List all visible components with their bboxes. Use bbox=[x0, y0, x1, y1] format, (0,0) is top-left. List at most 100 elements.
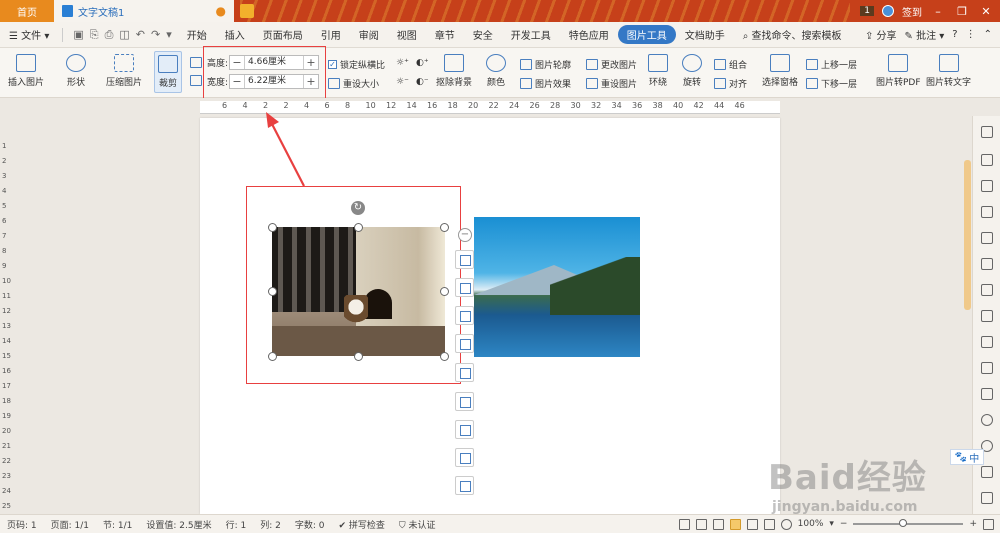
shapes-icon[interactable] bbox=[981, 180, 993, 192]
remove-background-button[interactable]: 抠除背景 bbox=[436, 54, 472, 88]
fit-page-icon[interactable] bbox=[983, 518, 994, 530]
layout-options-icon[interactable] bbox=[455, 250, 474, 269]
zoom-dropdown-icon[interactable]: ▾ bbox=[829, 519, 834, 529]
file-menu[interactable]: ☰ 文件 ▾ bbox=[0, 27, 58, 42]
collapse-toolbar-button[interactable]: − bbox=[458, 228, 472, 242]
settings-sidebar-icon[interactable] bbox=[981, 284, 993, 296]
lake-picture[interactable] bbox=[474, 217, 640, 357]
insert-picture-button[interactable]: 插入图片 bbox=[8, 54, 44, 88]
group-button[interactable]: 组合 bbox=[714, 58, 747, 71]
document-tab[interactable]: 文字文稿1 ● bbox=[54, 0, 234, 22]
auth-button[interactable]: ⛉ 未认证 bbox=[392, 518, 443, 531]
tab-security[interactable]: 安全 bbox=[464, 27, 502, 42]
maximize-button[interactable]: ❐ bbox=[954, 5, 970, 18]
print-icon[interactable]: ⎙ bbox=[105, 28, 114, 42]
tab-doc-assistant[interactable]: 文档助手 bbox=[676, 27, 734, 42]
brightness-up-icon[interactable]: ☼⁺ bbox=[396, 58, 409, 68]
minimize-button[interactable]: – bbox=[930, 5, 946, 18]
lock-ratio-checkbox[interactable]: ✓ 锁定纵横比 bbox=[328, 58, 385, 71]
tab-references[interactable]: 引用 bbox=[312, 27, 350, 42]
tab-review[interactable]: 审阅 bbox=[350, 27, 388, 42]
zoom-slider[interactable] bbox=[853, 519, 964, 527]
zoom-in-button[interactable]: + bbox=[969, 519, 977, 529]
crop-extra-icon[interactable] bbox=[190, 57, 202, 68]
sign-in-label[interactable]: 签到 bbox=[902, 4, 922, 19]
reset-size-button[interactable]: 重设大小 bbox=[328, 77, 379, 90]
close-button[interactable]: ✕ bbox=[978, 5, 994, 18]
more-options-icon[interactable]: ⋮ bbox=[966, 29, 976, 40]
picture-sidebar-icon[interactable] bbox=[981, 258, 993, 270]
align-button[interactable]: 对齐 bbox=[714, 77, 747, 90]
picture-to-text-icon[interactable] bbox=[455, 392, 474, 411]
style-icon[interactable] bbox=[981, 126, 993, 138]
archive-icon[interactable] bbox=[981, 388, 993, 400]
tab-section[interactable]: 章节 bbox=[426, 27, 464, 42]
select-icon[interactable] bbox=[981, 154, 993, 166]
zoom-level[interactable]: 100% bbox=[798, 519, 824, 529]
brightness-down-icon[interactable]: ☼⁻ bbox=[396, 77, 409, 87]
crop-button[interactable]: 裁剪 bbox=[154, 51, 182, 93]
comment-button[interactable]: ✎ 批注 ▾ bbox=[905, 27, 945, 42]
input-method-badge[interactable]: 🐾 中 bbox=[950, 449, 984, 465]
collapse-ribbon-icon[interactable]: ⌃ bbox=[984, 29, 992, 40]
word-count[interactable]: 字数: 0 bbox=[288, 518, 332, 531]
zoom-picture-icon[interactable] bbox=[455, 278, 474, 297]
to-pdf-button[interactable]: 图片转PDF bbox=[876, 54, 921, 88]
reset-picture-button[interactable]: 重设图片 bbox=[586, 77, 637, 90]
send-backward-button[interactable]: 下移一层 bbox=[806, 77, 857, 90]
spellcheck-button[interactable]: ✔ 拼写检查 bbox=[332, 518, 392, 531]
color-button[interactable]: 颜色 bbox=[486, 54, 506, 88]
preview-icon[interactable]: ◫ bbox=[119, 28, 129, 42]
zoom-out-button[interactable]: − bbox=[840, 519, 848, 529]
share-sidebar-icon[interactable] bbox=[981, 336, 993, 348]
page-view-icon[interactable] bbox=[729, 518, 741, 530]
print-sidebar-icon[interactable] bbox=[981, 362, 993, 374]
tab-insert[interactable]: 插入 bbox=[216, 27, 254, 42]
scrollbar-thumb[interactable] bbox=[964, 160, 971, 310]
tab-start[interactable]: 开始 bbox=[178, 27, 216, 42]
share-button[interactable]: ⇪ 分享 bbox=[865, 27, 897, 42]
change-picture-button[interactable]: 更改图片 bbox=[586, 58, 637, 71]
wrap-button[interactable]: 环绕 bbox=[648, 54, 668, 88]
picture-effects-button[interactable]: 图片效果 bbox=[520, 77, 571, 90]
command-search[interactable]: ⌕ 查找命令、搜索模板 bbox=[734, 27, 851, 42]
save-icon[interactable]: ▣ bbox=[73, 28, 83, 42]
more-icon[interactable]: ▾ bbox=[166, 28, 172, 42]
picture-outline-button[interactable]: 图片轮廓 bbox=[520, 58, 571, 71]
select-pane-button[interactable]: 选择窗格 bbox=[762, 54, 798, 88]
history-icon[interactable] bbox=[981, 414, 993, 426]
extract-icon[interactable] bbox=[455, 363, 474, 382]
clock-icon[interactable] bbox=[981, 466, 993, 478]
page-number[interactable]: 页码: 1 bbox=[0, 518, 44, 531]
bring-forward-button[interactable]: 上移一层 bbox=[806, 58, 857, 71]
tab-developer[interactable]: 开发工具 bbox=[502, 27, 560, 42]
save-picture-icon[interactable] bbox=[455, 476, 474, 495]
web-view-icon[interactable] bbox=[746, 518, 758, 530]
tab-view[interactable]: 视图 bbox=[388, 27, 426, 42]
tab-layout[interactable]: 页面布局 bbox=[254, 27, 312, 42]
rotate-button[interactable]: 旋转 bbox=[682, 54, 702, 88]
copy-picture-icon[interactable] bbox=[455, 448, 474, 467]
backup-icon[interactable] bbox=[981, 310, 993, 322]
export-icon[interactable]: ⎘ bbox=[90, 28, 99, 42]
notification-badge[interactable]: 1 bbox=[860, 6, 874, 16]
translate-picture-icon[interactable] bbox=[455, 420, 474, 439]
eye-protection-icon[interactable] bbox=[780, 518, 792, 530]
table-icon[interactable] bbox=[981, 232, 993, 244]
home-tab[interactable]: 首页 bbox=[0, 0, 54, 22]
format-icon[interactable] bbox=[981, 206, 993, 218]
avatar[interactable] bbox=[882, 5, 894, 17]
write-mode-icon[interactable] bbox=[763, 518, 775, 530]
crop-extra2-icon[interactable] bbox=[190, 75, 202, 86]
settings-gear-icon[interactable] bbox=[981, 492, 993, 504]
to-text-button[interactable]: 图片转文字 bbox=[926, 54, 971, 88]
redo-icon[interactable]: ↷ bbox=[151, 28, 160, 42]
tab-special[interactable]: 特色应用 bbox=[560, 27, 618, 42]
tab-picture-tools[interactable]: 图片工具 bbox=[617, 25, 676, 44]
help-icon[interactable]: ? bbox=[952, 29, 957, 40]
crop-tool-icon[interactable] bbox=[455, 334, 474, 353]
edit-picture-icon[interactable] bbox=[455, 306, 474, 325]
undo-icon[interactable]: ↶ bbox=[136, 28, 145, 42]
read-mode-icon[interactable] bbox=[695, 518, 707, 530]
contrast-down-icon[interactable]: ◐⁻ bbox=[416, 77, 429, 87]
